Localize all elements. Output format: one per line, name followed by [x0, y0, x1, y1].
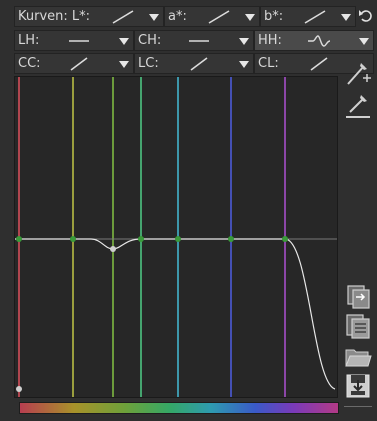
curve-b-label: b*:	[264, 9, 284, 24]
curve-lc-selector[interactable]: LC:	[134, 53, 254, 74]
pick-point-icon[interactable]	[344, 60, 372, 88]
curve-node[interactable]	[70, 236, 76, 242]
curve-a-label: a*:	[168, 9, 187, 24]
linear-curve-icon	[70, 57, 88, 71]
curve-lh-selector[interactable]: LH:	[14, 30, 134, 51]
chevron-down-icon	[341, 14, 351, 21]
curve-b-selector[interactable]: b*:	[260, 6, 356, 27]
chevron-down-icon	[149, 14, 159, 21]
curve-l-label: Kurven: L*:	[18, 9, 91, 24]
curve-ch-label: CH:	[138, 33, 162, 48]
side-divider	[344, 406, 372, 407]
curve-a-selector[interactable]: a*:	[164, 6, 260, 27]
copy-curve-icon[interactable]	[344, 282, 372, 310]
hue-gradient-bar	[19, 402, 339, 414]
curve-hh-label: HH:	[258, 33, 282, 48]
curve-node[interactable]	[175, 236, 181, 242]
curve-node[interactable]	[110, 246, 116, 252]
curve-node[interactable]	[16, 386, 22, 392]
linear-curve-icon	[208, 10, 230, 24]
linear-curve-icon	[112, 10, 134, 24]
curve-node[interactable]	[138, 236, 144, 242]
custom-curve-icon	[308, 35, 331, 47]
curve-editor-canvas[interactable]	[15, 77, 337, 397]
chevron-down-icon	[119, 61, 129, 68]
save-icon[interactable]	[344, 372, 372, 400]
curve-cc-label: CC:	[18, 56, 41, 71]
flat-curve-icon	[189, 40, 209, 42]
curve-cc-selector[interactable]: CC:	[14, 53, 134, 74]
linear-curve-icon	[190, 57, 208, 71]
curve-lc-label: LC:	[138, 56, 159, 71]
curve-lh-label: LH:	[18, 33, 40, 48]
flat-curve-icon	[69, 40, 89, 42]
linear-curve-icon	[304, 10, 326, 24]
paste-curve-icon[interactable]	[344, 312, 372, 340]
linear-curve-icon	[310, 57, 328, 71]
open-folder-icon[interactable]	[344, 342, 372, 370]
chevron-down-icon	[359, 38, 369, 45]
curve-l-selector[interactable]: Kurven: L*:	[14, 6, 164, 27]
curve-hh-selector[interactable]: HH:	[254, 30, 374, 51]
curve-ch-selector[interactable]: CH:	[134, 30, 254, 51]
pick-curve-icon[interactable]	[344, 92, 372, 120]
undo-icon[interactable]	[358, 8, 374, 24]
curve-cl-label: CL:	[258, 56, 279, 71]
chevron-down-icon	[245, 14, 255, 21]
curve-node[interactable]	[16, 236, 22, 242]
chevron-down-icon	[119, 38, 129, 45]
curve-editor-plot[interactable]	[14, 76, 338, 398]
curve-node[interactable]	[228, 236, 234, 242]
hh-curve[interactable]	[15, 238, 336, 390]
chevron-down-icon	[239, 38, 249, 45]
chevron-down-icon	[239, 61, 249, 68]
curve-node[interactable]	[282, 236, 288, 242]
